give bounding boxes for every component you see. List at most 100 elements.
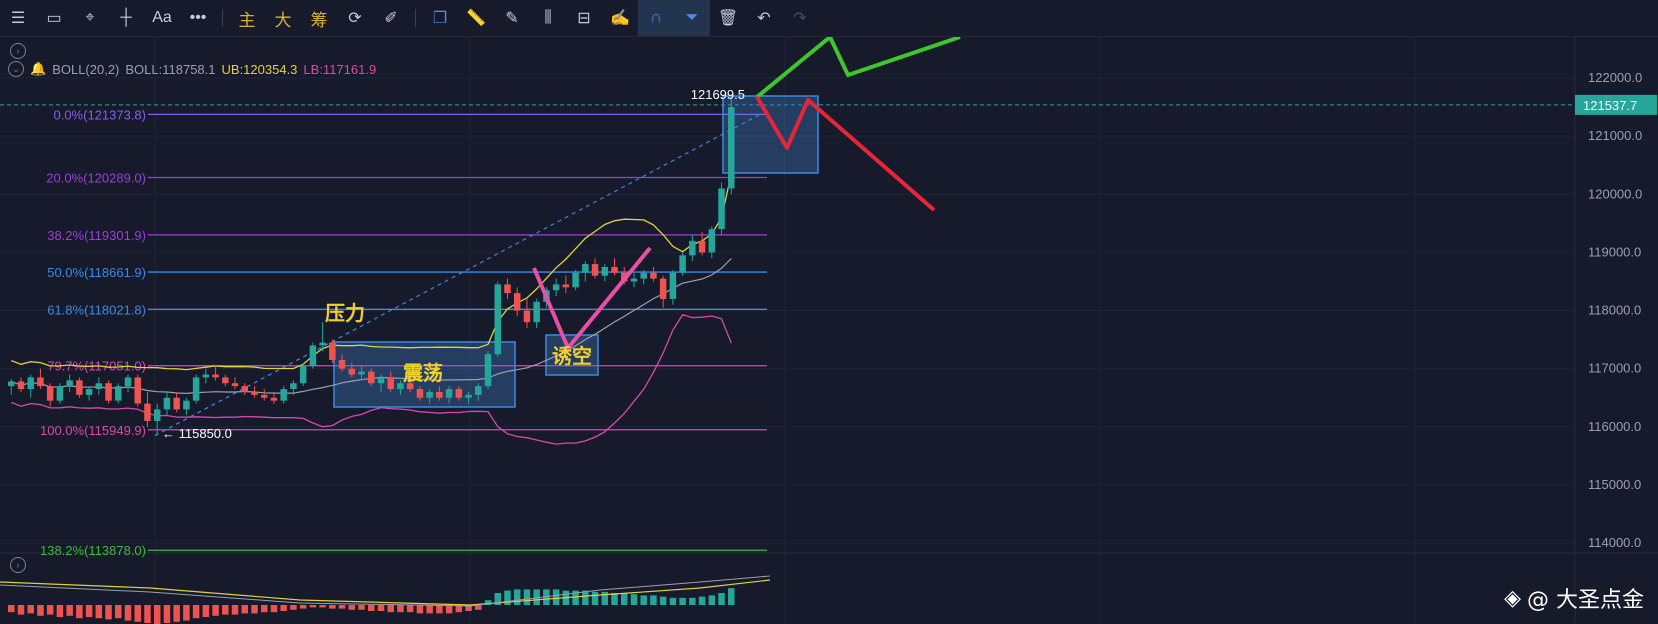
trash-icon[interactable]: 🗑 (710, 0, 746, 36)
candle-body (708, 229, 716, 253)
candle-body (416, 389, 424, 398)
candle-body (95, 383, 103, 390)
volume-bar (66, 605, 73, 616)
y-tick-label: 114000.0 (1588, 535, 1641, 550)
volume-bar (436, 605, 443, 614)
chip-button[interactable]: 筹 (301, 0, 337, 36)
volume-bar (231, 605, 239, 615)
candle-body (377, 377, 385, 384)
volume-bar (650, 595, 657, 605)
menu-icon[interactable]: ☰ (0, 0, 36, 36)
candle-body (436, 391, 443, 398)
candle-body (562, 284, 570, 288)
lock-icon[interactable]: ⊟ (566, 0, 602, 36)
volume-bar (368, 605, 375, 611)
pen-icon[interactable]: ✎ (494, 0, 530, 36)
candle-body (173, 397, 180, 410)
candle-body (319, 342, 326, 346)
volume-bar (406, 605, 414, 613)
volume-bar (309, 605, 317, 608)
candle-body (669, 272, 677, 299)
candle-body (134, 377, 141, 404)
main-force-button[interactable]: 主 (229, 0, 265, 36)
rectangle-tool-icon[interactable]: ▭ (36, 0, 72, 36)
volume-bar (387, 605, 394, 613)
candle-body (270, 397, 278, 401)
volume-bar (582, 590, 589, 605)
candle-body (484, 354, 492, 387)
volume-bar (640, 595, 647, 605)
notes-icon[interactable]: ✍ (602, 0, 638, 36)
candle-body (591, 264, 599, 276)
big-order-button[interactable]: 大 (265, 0, 301, 36)
candle-body (290, 383, 297, 390)
fibonacci-levels: 0.0%(121373.8) 20.0%(120289.0) 38.2%(11930… (40, 107, 767, 558)
volume-bar (222, 605, 229, 615)
bell-icon[interactable]: 🔔 (30, 61, 46, 77)
candle-body (202, 374, 210, 378)
volume-bar (163, 605, 171, 623)
volume-expand-icon[interactable]: › (10, 557, 26, 573)
volume-bar (134, 605, 141, 622)
filter-icon[interactable]: ⏷ (674, 0, 710, 36)
text-tool-button[interactable]: Aa (144, 0, 180, 36)
cursor-tool-icon[interactable]: ⌖ (72, 0, 108, 36)
magnet-icon[interactable]: ∩ (638, 0, 674, 36)
bear-trap-line (532, 246, 652, 350)
candle-body (552, 284, 560, 291)
volume-bar (212, 605, 219, 616)
volume-bar (183, 605, 190, 621)
volume-bar (329, 605, 336, 609)
volume-bar (144, 605, 151, 623)
collapse-chevron-icon[interactable]: ⌄ (8, 61, 24, 77)
candle-body (309, 345, 317, 366)
current-price-label: 121537.7 (1583, 98, 1637, 113)
candle-body (718, 188, 725, 230)
more-tools-icon[interactable]: ••• (180, 0, 216, 36)
volume-bar (669, 597, 677, 605)
candle-body (368, 371, 375, 384)
annotation-label: 压力 (325, 301, 365, 325)
volume-bar (552, 589, 560, 605)
volume-bar (611, 593, 618, 605)
candle-body (465, 394, 472, 398)
candle-body (650, 272, 657, 279)
watermark: ◈ @ 大圣点金 (1504, 582, 1644, 614)
expand-chevron-icon[interactable]: › (10, 43, 26, 59)
candle-body (640, 272, 647, 279)
price-chart[interactable]: 122000.0 121000.0 120000.0 119000.0 118000.0… (0, 37, 1658, 624)
volume-bar (260, 605, 268, 613)
boll-legend: ⌄ 🔔 BOLL(20,2) BOLL:118758.1 UB:120354.3… (8, 61, 376, 77)
candle-body (358, 371, 365, 375)
fib-level-label: 100.0%(115949.9) (40, 423, 146, 438)
redo-icon[interactable]: ↷ (782, 0, 818, 36)
candle-body (572, 272, 579, 288)
volume-bar (728, 588, 735, 605)
candle-body (192, 377, 200, 401)
y-tick-label: 122000.0 (1588, 70, 1642, 85)
volume-bar (85, 605, 93, 617)
candle-body (728, 107, 735, 189)
horizontal-line-tool-icon[interactable]: ┼ (108, 0, 144, 36)
refresh-tool-icon[interactable]: ⟳ (337, 0, 373, 36)
volume-bar (37, 605, 44, 616)
undo-icon[interactable]: ↶ (746, 0, 782, 36)
ruler-icon[interactable]: 📏 (458, 0, 494, 36)
volume-bar (416, 605, 424, 614)
candle-body (475, 386, 482, 395)
candle-body (348, 368, 356, 375)
fib-level-label: 50.0%(118661.9) (47, 265, 146, 280)
drawing-toolbar: ☰ ▭ ⌖ ┼ Aa ••• 主 大 筹 ⟳ ✐ ❐ 📏 ✎ ⫼ ⊟ ✍ ∩ ⏷… (0, 0, 1658, 37)
edit-lines-icon[interactable]: ✐ (373, 0, 409, 36)
fib-level-label: 0.0%(121373.8) (53, 107, 146, 122)
volume-bar (679, 597, 686, 605)
candle-body (338, 359, 346, 369)
chart-app: ☰ ▭ ⌖ ┼ Aa ••• 主 大 筹 ⟳ ✐ ❐ 📏 ✎ ⫼ ⊟ ✍ ∩ ⏷… (0, 0, 1658, 624)
volume-bar (202, 605, 210, 617)
candle-body (105, 383, 112, 401)
fib-level-label: 38.2%(119301.9) (47, 228, 146, 243)
candle-body (241, 386, 249, 392)
candles-icon[interactable]: ⫼ (530, 0, 566, 36)
copy-drawing-icon[interactable]: ❐ (422, 0, 458, 36)
candle-body (611, 266, 618, 273)
